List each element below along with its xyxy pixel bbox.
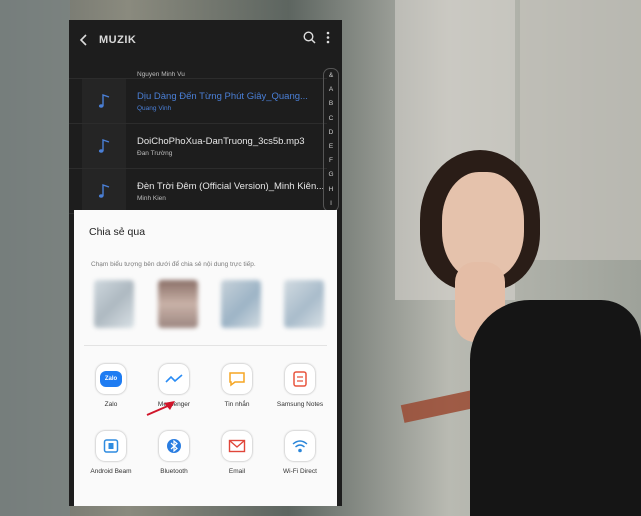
wifi-direct-icon [285, 431, 315, 461]
share-app-android-beam[interactable]: Android Beam [81, 431, 141, 475]
song-title: Dịu Dàng Đến Từng Phút Giây_Quang... [137, 90, 308, 102]
song-artist: Đan Trường [137, 149, 173, 157]
music-note-icon [82, 79, 126, 123]
email-icon [222, 431, 252, 461]
app-label: Zalo [104, 401, 118, 408]
song-list: Nguyen Minh Vu Dịu Dàng Đến Từng Phút Gi… [69, 60, 327, 214]
share-hint: Chạm biểu tượng bên dưới để chia sẻ nội … [91, 261, 256, 268]
contact-avatar[interactable] [158, 280, 198, 328]
contact-avatar[interactable] [94, 280, 134, 328]
index-letter[interactable]: I [324, 197, 338, 211]
phone-screen: MUZIK Nguyen Minh Vu Dịu Dàng Đến Từng P… [69, 20, 342, 506]
zalo-icon-text: Zalo [100, 371, 122, 387]
divider [84, 345, 327, 346]
app-label: Tin nhắn [224, 401, 250, 408]
song-title: DoiChoPhoXua-DanTruong_3cs5b.mp3 [137, 135, 305, 147]
direct-share-contacts [74, 280, 337, 332]
song-item[interactable]: DoiChoPhoXua-DanTruong_3cs5b.mp3 Đan Trư… [69, 124, 327, 169]
app-bar: MUZIK [69, 20, 342, 60]
song-item[interactable]: Nguyen Minh Vu [69, 60, 327, 79]
contact-avatar[interactable] [221, 280, 261, 328]
index-letter[interactable]: F [324, 154, 338, 168]
samsung-notes-icon [285, 364, 315, 394]
song-item[interactable]: Dịu Dàng Đến Từng Phút Giây_Quang... Qua… [69, 79, 327, 124]
song-title: Đèn Trời Đêm (Official Version)_Minh Kiê… [137, 180, 325, 192]
song-artist: Minh Kien [137, 194, 166, 202]
zalo-icon: Zalo [96, 364, 126, 394]
back-arrow-icon[interactable] [69, 20, 99, 60]
index-letter[interactable]: & [324, 69, 338, 83]
index-letter[interactable]: G [324, 168, 338, 182]
index-letter[interactable]: D [324, 126, 338, 140]
app-title: MUZIK [99, 34, 137, 46]
more-vert-icon[interactable] [326, 31, 330, 49]
song-artist: Nguyen Minh Vu [137, 71, 185, 78]
index-letter[interactable]: A [324, 83, 338, 97]
android-beam-icon [96, 431, 126, 461]
share-app-tin-nhan[interactable]: Tin nhắn [207, 364, 267, 408]
music-note-icon [82, 169, 126, 213]
share-app-zalo[interactable]: Zalo Zalo [81, 364, 141, 408]
song-artist: Quang Vinh [137, 104, 172, 112]
index-letter[interactable]: E [324, 140, 338, 154]
share-app-wifi-direct[interactable]: Wi-Fi Direct [270, 431, 330, 475]
contact-avatar[interactable] [284, 280, 324, 328]
index-letter[interactable]: C [324, 112, 338, 126]
app-label: Android Beam [90, 468, 132, 475]
music-note-icon [82, 124, 126, 168]
annotation-arrow-icon [146, 401, 175, 416]
index-letter[interactable]: H [324, 183, 338, 197]
share-title: Chia sẻ qua [89, 226, 146, 238]
share-app-samsung-notes[interactable]: Samsung Notes [270, 364, 330, 408]
bluetooth-icon [159, 431, 189, 461]
app-label: Wi-Fi Direct [283, 468, 317, 475]
share-app-email[interactable]: Email [207, 431, 267, 475]
alphabet-index-scroller[interactable]: & A B C D E F G H I [323, 68, 339, 212]
song-item[interactable]: Đèn Trời Đêm (Official Version)_Minh Kiê… [69, 169, 327, 214]
app-label: Email [228, 468, 246, 475]
message-icon [222, 364, 252, 394]
messenger-icon [159, 364, 189, 394]
index-letter[interactable]: B [324, 97, 338, 111]
app-label: Samsung Notes [276, 401, 324, 408]
share-app-bluetooth[interactable]: Bluetooth [144, 431, 204, 475]
app-label: Bluetooth [160, 468, 188, 475]
search-icon[interactable] [303, 31, 316, 49]
share-sheet: Chia sẻ qua Chạm biểu tượng bên dưới để … [74, 210, 337, 506]
